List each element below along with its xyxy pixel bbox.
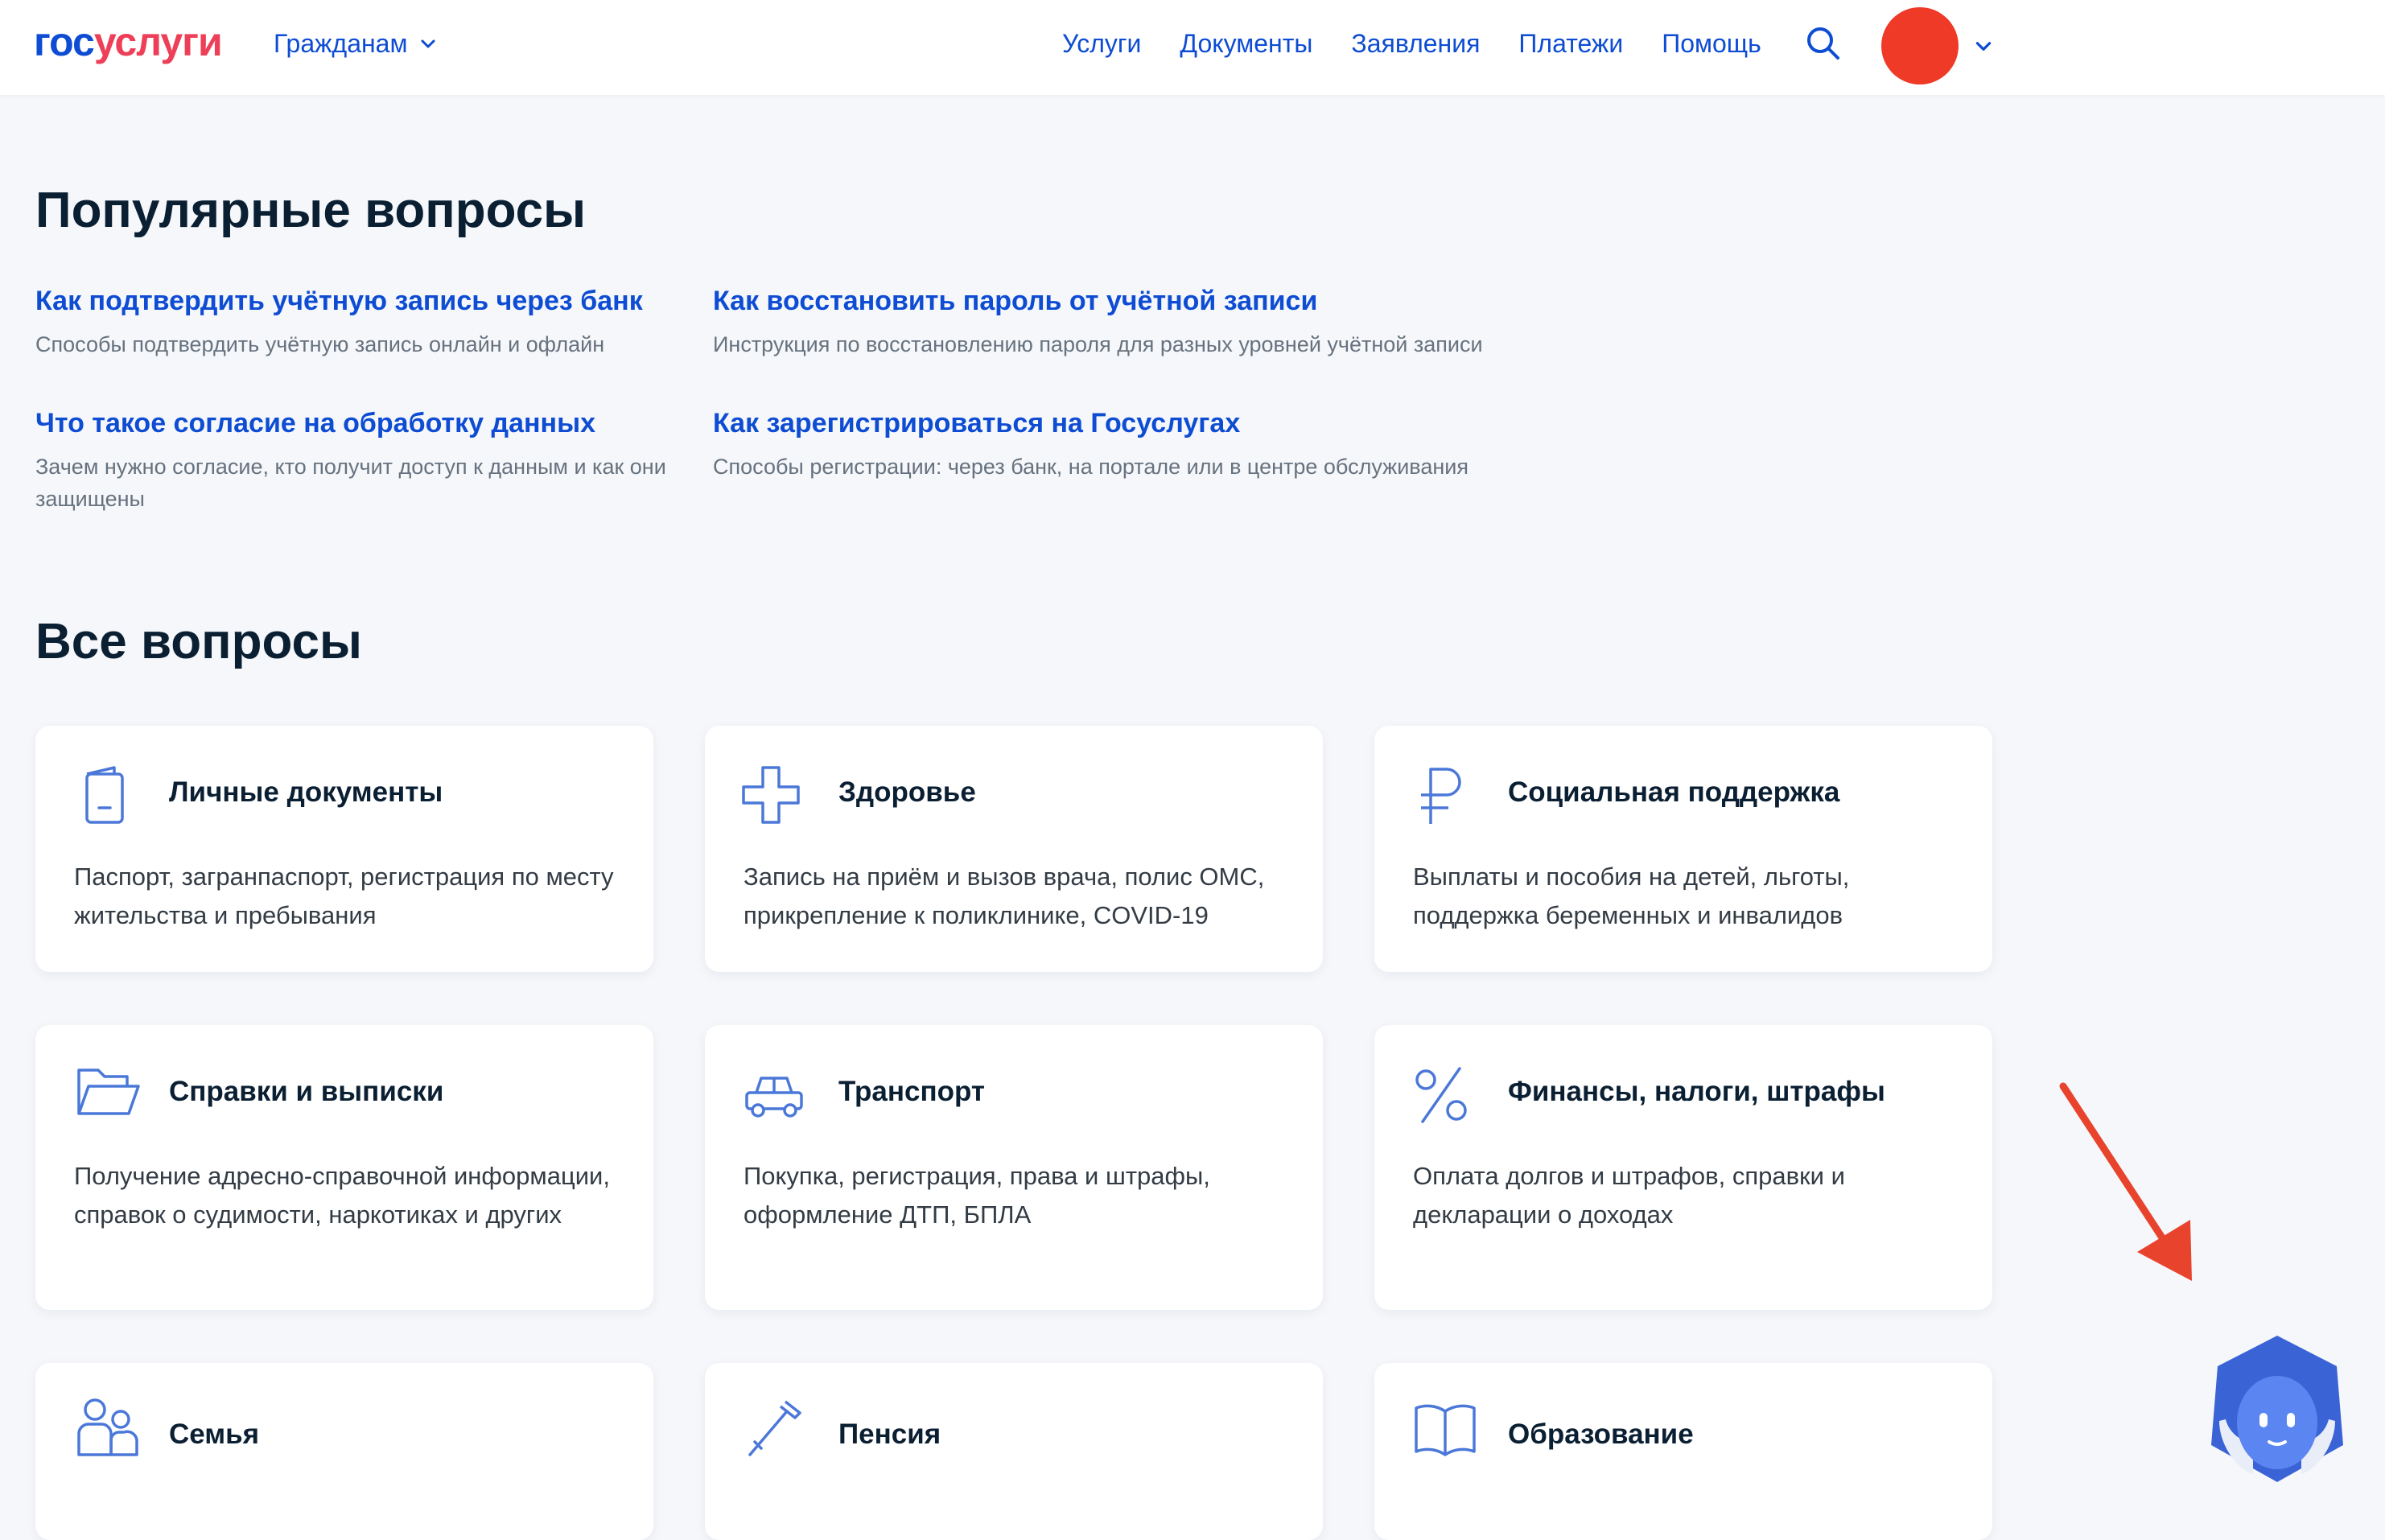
card-title: Транспорт <box>838 1076 986 1107</box>
family-icon <box>77 1398 138 1456</box>
category-card-finance[interactable]: Финансы, налоги, штрафы Оплата долгов и … <box>1374 1025 1992 1310</box>
category-card-personal-documents[interactable]: Личные документы Паспорт, загранпаспорт,… <box>35 726 653 972</box>
nav-help[interactable]: Помощь <box>1662 27 1761 60</box>
chevron-down-icon[interactable] <box>1973 35 1994 56</box>
nav-documents[interactable]: Документы <box>1180 27 1312 60</box>
card-title: Финансы, налоги, штрафы <box>1508 1076 1885 1107</box>
user-avatar[interactable] <box>1881 7 1959 84</box>
card-title: Личные документы <box>169 776 443 808</box>
document-icon <box>85 766 124 824</box>
card-title: Образование <box>1508 1419 1694 1450</box>
folder-icon <box>77 1069 140 1115</box>
citizens-label: Гражданам <box>274 29 408 58</box>
book-icon <box>1415 1404 1476 1456</box>
faq-description: Инструкция по восстановлению пароля для … <box>713 332 1483 356</box>
percent-icon <box>1415 1067 1467 1123</box>
card-description: Оплата долгов и штрафов, справки и декла… <box>1413 1162 1845 1229</box>
card-title: Пенсия <box>838 1419 941 1450</box>
card-description: Запись на приём и вызов врача, полис ОМС… <box>744 863 1265 929</box>
cane-icon <box>748 1400 801 1456</box>
nav-applications[interactable]: Заявления <box>1351 27 1480 60</box>
nav-services[interactable]: Услуги <box>1062 27 1141 60</box>
faq-item: Как восстановить пароль от учётной запис… <box>713 283 1679 360</box>
annotation-arrow-icon <box>2059 1082 2192 1281</box>
all-questions-title: Все вопросы <box>35 614 362 669</box>
category-card-social-support[interactable]: Социальная поддержка Выплаты и пособия н… <box>1374 726 1992 972</box>
citizens-dropdown[interactable]: Гражданам <box>274 27 438 60</box>
faq-link-confirm-account[interactable]: Как подтвердить учётную запись через бан… <box>35 283 679 319</box>
robot-assistant-icon[interactable] <box>2205 1332 2350 1485</box>
popular-questions-title: Популярные вопросы <box>35 183 587 238</box>
faq-description: Способы подтвердить учётную запись онлай… <box>35 332 605 356</box>
faq-item: Как зарегистрироваться на Госуслугах Спо… <box>713 406 1679 483</box>
faq-item: Как подтвердить учётную запись через бан… <box>35 283 679 360</box>
faq-link-register[interactable]: Как зарегистрироваться на Госуслугах <box>713 406 1679 441</box>
card-description: Выплаты и пособия на детей, льготы, подд… <box>1413 863 1850 929</box>
logo-text-uslugi: услуги <box>93 19 223 64</box>
search-icon[interactable] <box>1806 26 1841 61</box>
category-card-health[interactable]: Здоровье Запись на приём и вызов врача, … <box>705 726 1323 972</box>
faq-link-restore-password[interactable]: Как восстановить пароль от учётной запис… <box>713 283 1679 319</box>
gosuslugi-logo[interactable]: госуслуги <box>34 18 223 66</box>
faq-item: Что такое согласие на обработку данных З… <box>35 406 671 515</box>
faq-description: Зачем нужно согласие, кто получит доступ… <box>35 455 666 511</box>
ruble-icon <box>1421 768 1461 824</box>
faq-description: Способы регистрации: через банк, на порт… <box>713 455 1468 479</box>
logo-text-gos: гос <box>34 19 95 64</box>
card-description: Покупка, регистрация, права и штрафы, оф… <box>744 1162 1210 1229</box>
top-header: госуслуги Гражданам Услуги Документы Зая… <box>0 0 2385 95</box>
faq-link-data-consent[interactable]: Что такое согласие на обработку данных <box>35 406 671 441</box>
nav-payments[interactable]: Платежи <box>1518 27 1623 60</box>
card-description: Паспорт, загранпаспорт, регистрация по м… <box>74 863 614 929</box>
category-card-transport[interactable]: Транспорт Покупка, регистрация, права и … <box>705 1025 1323 1310</box>
card-title: Социальная поддержка <box>1508 776 1840 808</box>
category-card-pension[interactable]: Пенсия <box>705 1363 1323 1540</box>
category-card-certificates[interactable]: Справки и выписки Получение адресно-спра… <box>35 1025 653 1310</box>
chevron-down-icon <box>421 39 435 48</box>
card-description: Получение адресно-справочной информации,… <box>74 1162 610 1229</box>
category-card-education[interactable]: Образование <box>1374 1363 1992 1540</box>
category-card-family[interactable]: Семья <box>35 1363 653 1540</box>
car-icon <box>745 1077 803 1118</box>
card-title: Здоровье <box>838 776 976 808</box>
medical-cross-icon <box>742 766 800 824</box>
main-nav: Услуги Документы Заявления Платежи Помощ… <box>1062 27 1761 60</box>
card-title: Семья <box>169 1419 260 1450</box>
card-title: Справки и выписки <box>169 1076 444 1107</box>
